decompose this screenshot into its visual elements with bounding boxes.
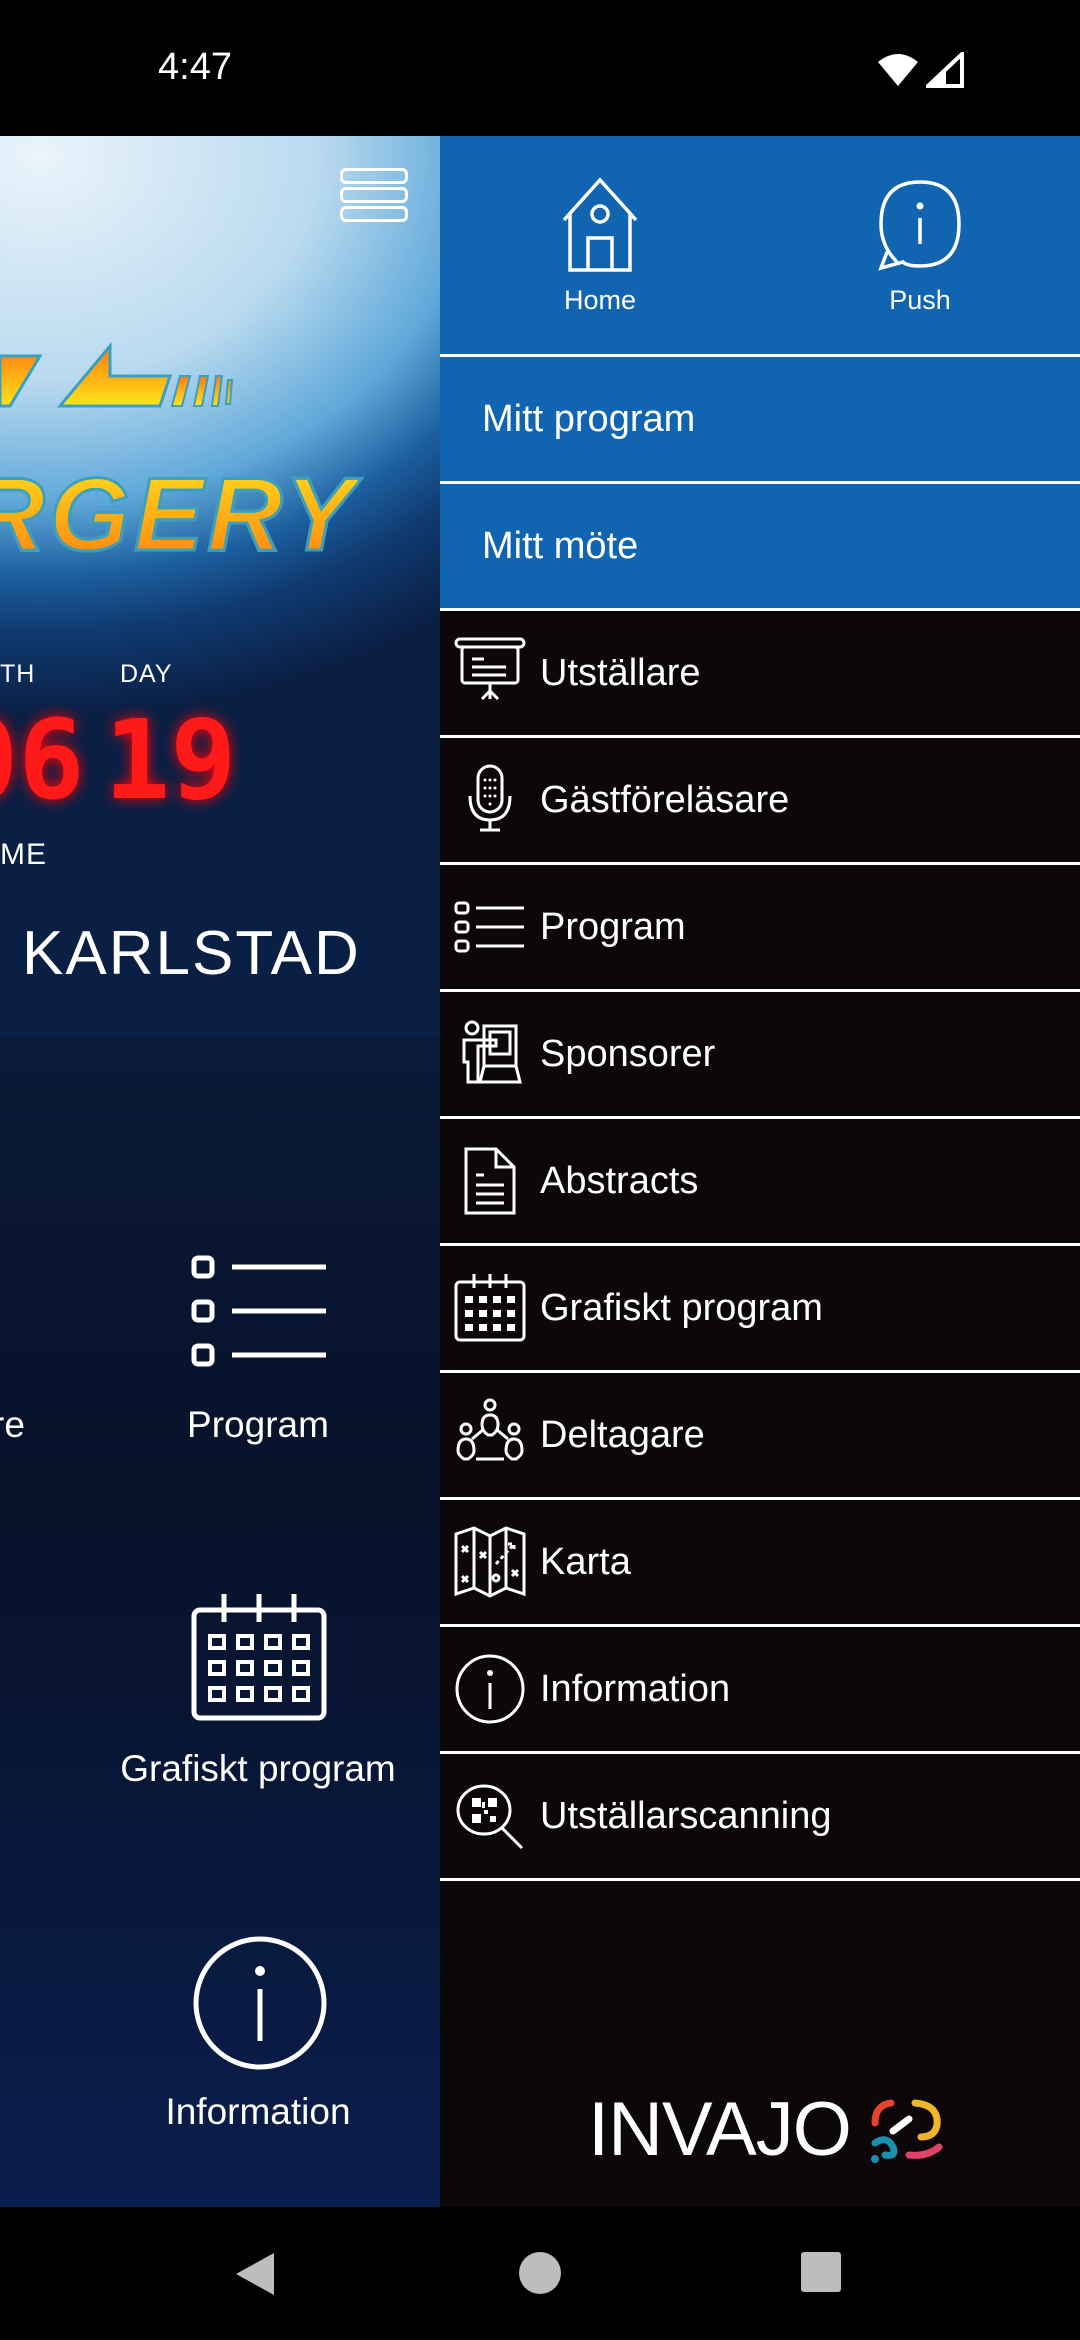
tile-label-information[interactable]: Information [38, 2091, 440, 2133]
presentation-board-icon [454, 637, 526, 701]
tile-label[interactable]: re [0, 1404, 25, 1446]
drawer-header: Home Push [440, 136, 1080, 357]
menu-item-grafiskt-program[interactable]: Grafiskt program [440, 1246, 1080, 1373]
calendar-icon [454, 1274, 526, 1342]
home-label: Home [563, 285, 637, 315]
home-icon[interactable] [518, 2251, 562, 2295]
menu-item-sponsorer[interactable]: Sponsorer [440, 992, 1080, 1119]
info-icon [455, 1654, 525, 1724]
event-logo: RGERY [0, 456, 358, 575]
menu-item-program[interactable]: Program [440, 865, 1080, 992]
home-screen-background: RGERY TH DAY 06 19 ME KARLSTAD re Progra… [0, 136, 440, 2207]
menu-item-label: Mitt möte [482, 524, 639, 567]
menu-item-label: Sponsorer [540, 1032, 716, 1075]
tile-label-program[interactable]: Program [38, 1404, 440, 1446]
time-label: ME [0, 838, 47, 871]
navigation-drawer: Home Push Mitt program Mitt möte Utställ… [440, 136, 1080, 2207]
menu-item-information[interactable]: Information [440, 1627, 1080, 1754]
menu-item-label: Abstracts [540, 1159, 699, 1202]
menu-item-label: Mitt program [482, 397, 696, 440]
month-label: TH [0, 660, 36, 688]
menu-item-label: Program [540, 905, 686, 948]
home-icon [562, 177, 638, 272]
status-bar: 4:47 [0, 0, 1080, 136]
city-title: KARLSTAD [22, 919, 361, 988]
tile-label-grafiskt[interactable]: Grafiskt program [38, 1748, 440, 1790]
menu-item-utstallare[interactable]: Utställare [440, 611, 1080, 738]
presenter-icon [462, 1020, 522, 1084]
menu-item-utstallarscanning[interactable]: Utställarscanning [440, 1754, 1080, 1881]
push-button[interactable]: Push [820, 176, 1020, 316]
system-nav-bar [0, 2207, 1080, 2340]
info-chat-icon [878, 180, 961, 271]
menu-item-deltagare[interactable]: Deltagare [440, 1373, 1080, 1500]
logo-arrow [0, 341, 234, 408]
info-icon[interactable] [190, 1933, 330, 2073]
hamburger-icon[interactable] [340, 168, 408, 225]
calendar-icon[interactable] [190, 1592, 330, 1722]
menu-item-label: Utställarscanning [540, 1794, 832, 1837]
menu-item-mitt-program[interactable]: Mitt program [440, 357, 1080, 484]
list-icon[interactable] [190, 1250, 330, 1370]
menu-item-abstracts[interactable]: Abstracts [440, 1119, 1080, 1246]
clock: 4:47 [158, 46, 232, 88]
month-digits: 06 [0, 696, 85, 824]
menu-item-label: Utställare [540, 651, 701, 694]
brand-logo: INVAJO [588, 2086, 945, 2173]
recents-icon[interactable] [800, 2251, 842, 2293]
menu-item-label: Gästföreläsare [540, 778, 790, 821]
map-icon [454, 1526, 526, 1598]
brand-wordmark: INVAJO [588, 2087, 852, 2172]
menu-item-karta[interactable]: Karta [440, 1500, 1080, 1627]
invajo-logo-icon [870, 2099, 943, 2163]
menu-item-mitt-mote[interactable]: Mitt möte [440, 484, 1080, 611]
menu-item-label: Grafiskt program [540, 1286, 823, 1329]
push-label: Push [889, 285, 951, 315]
menu-item-label: Information [540, 1667, 731, 1710]
day-label: DAY [120, 660, 173, 688]
wifi-icon [878, 54, 918, 86]
people-network-icon [456, 1398, 524, 1461]
day-digits: 19 [104, 696, 237, 824]
back-icon[interactable] [234, 2251, 276, 2297]
menu-item-label: Karta [540, 1540, 631, 1583]
menu-item-label: Deltagare [540, 1413, 705, 1456]
list-icon [454, 901, 524, 953]
microphone-icon [468, 764, 512, 832]
document-icon [464, 1147, 516, 1215]
signal-icon [926, 52, 964, 88]
menu-item-gastforelasare[interactable]: Gästföreläsare [440, 738, 1080, 865]
qr-scan-icon [456, 1784, 524, 1850]
home-button[interactable]: Home [500, 176, 700, 316]
